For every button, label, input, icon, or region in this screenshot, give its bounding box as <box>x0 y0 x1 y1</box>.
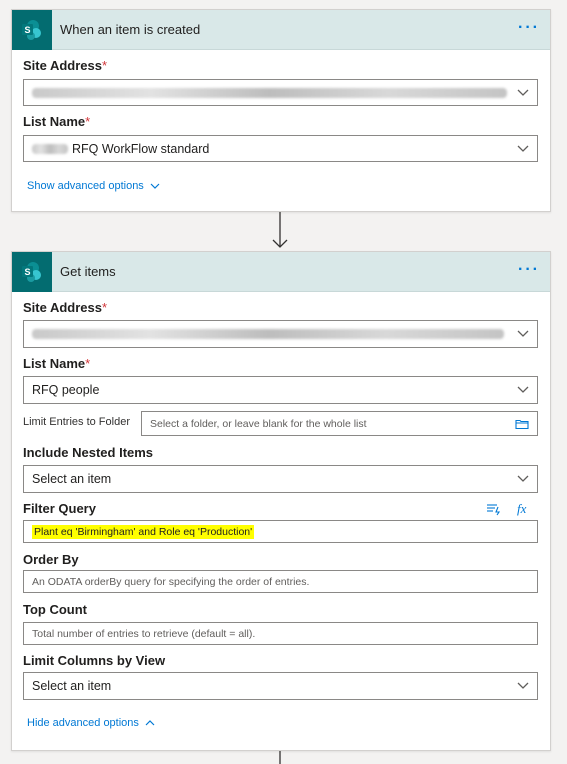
trigger-card-header[interactable]: S When an item is created ··· <box>12 9 550 50</box>
list-name-label: List Name* <box>23 114 91 129</box>
include-nested-items-label: Include Nested Items <box>23 445 154 460</box>
site-address-dropdown[interactable] <box>23 320 538 348</box>
svg-text:S: S <box>24 267 30 277</box>
flow-connector-line <box>279 751 281 764</box>
list-name-value: RFQ WorkFlow standard <box>72 141 210 156</box>
top-count-label: Top Count <box>23 602 88 617</box>
chevron-up-icon <box>145 720 155 726</box>
trigger-card: S When an item is created ··· Site Addre… <box>11 9 551 212</box>
order-by-input[interactable]: An ODATA orderBy query for specifying th… <box>23 570 538 593</box>
folder-icon[interactable] <box>515 418 529 429</box>
list-name-value: RFQ people <box>32 383 100 397</box>
trigger-card-title: When an item is created <box>60 22 201 37</box>
filter-query-value: Plant eq 'Birmingham' and Role eq 'Produ… <box>32 524 255 539</box>
get-items-card: S Get items ··· Site Address* List Name*… <box>11 251 551 751</box>
hide-advanced-options-link[interactable]: Hide advanced options <box>27 717 155 729</box>
sharepoint-icon: S <box>12 9 52 50</box>
get-items-card-header[interactable]: S Get items ··· <box>12 251 550 292</box>
site-address-dropdown[interactable] <box>23 79 538 106</box>
list-name-dropdown[interactable]: RFQ people <box>23 376 538 404</box>
limit-columns-value: Select an item <box>32 679 112 693</box>
include-nested-items-dropdown[interactable]: Select an item <box>23 465 538 493</box>
order-by-label: Order By <box>23 552 79 567</box>
folder-picker-input[interactable]: Select a folder, or leave blank for the … <box>141 411 538 436</box>
redacted-list-prefix <box>32 143 68 154</box>
top-count-placeholder: Total number of entries to retrieve (def… <box>32 627 256 640</box>
redacted-site-address <box>32 329 504 339</box>
expression-fx-icon[interactable]: fx <box>517 501 526 517</box>
chevron-down-icon <box>150 183 160 189</box>
chevron-down-icon <box>517 475 529 482</box>
flow-arrow-icon <box>272 212 288 248</box>
site-address-label: Site Address* <box>23 300 108 315</box>
limit-columns-dropdown[interactable]: Select an item <box>23 672 538 700</box>
chevron-down-icon <box>517 682 529 689</box>
site-address-label: Site Address* <box>23 58 108 73</box>
include-nested-items-value: Select an item <box>32 472 112 486</box>
redacted-site-address <box>32 87 507 98</box>
filter-query-label: Filter Query <box>23 501 96 516</box>
chevron-down-icon <box>517 330 529 337</box>
order-by-placeholder: An ODATA orderBy query for specifying th… <box>32 575 310 588</box>
chevron-down-icon <box>517 145 529 152</box>
ellipsis-icon[interactable]: ··· <box>518 262 540 278</box>
get-items-card-title: Get items <box>60 264 116 279</box>
chevron-down-icon <box>517 386 529 393</box>
sharepoint-icon: S <box>12 251 52 292</box>
top-count-input[interactable]: Total number of entries to retrieve (def… <box>23 622 538 645</box>
list-name-label: List Name* <box>23 356 91 371</box>
limit-entries-folder-label: Limit Entries to Folder <box>23 416 130 428</box>
filter-query-input[interactable]: Plant eq 'Birmingham' and Role eq 'Produ… <box>23 520 538 543</box>
svg-text:S: S <box>24 25 30 35</box>
limit-columns-label: Limit Columns by View <box>23 653 166 668</box>
ellipsis-icon[interactable]: ··· <box>518 20 540 36</box>
dynamic-content-icon[interactable] <box>486 502 502 516</box>
chevron-down-icon <box>517 89 529 96</box>
show-advanced-options-link[interactable]: Show advanced options <box>27 180 160 192</box>
list-name-dropdown[interactable]: RFQ WorkFlow standard <box>23 135 538 162</box>
folder-picker-placeholder: Select a folder, or leave blank for the … <box>150 417 367 430</box>
